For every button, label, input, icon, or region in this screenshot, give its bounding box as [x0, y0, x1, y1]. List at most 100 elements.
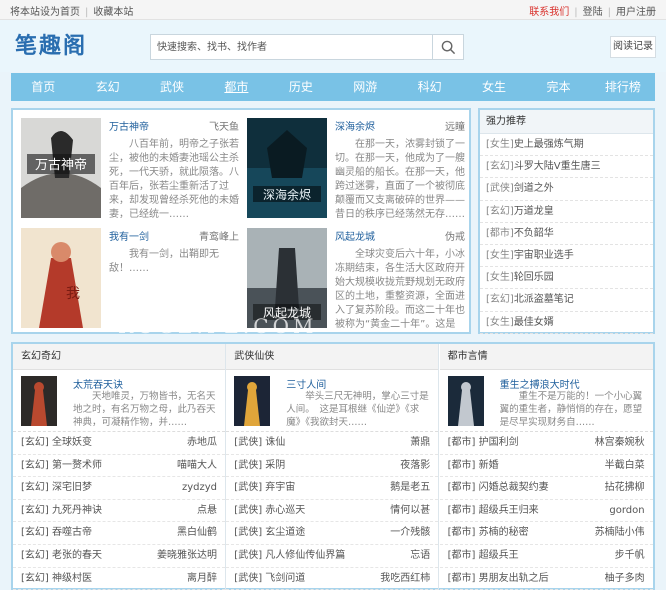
book-title[interactable]: 太荒吞天诀 [73, 376, 123, 391]
book-title[interactable]: [都市] 超级兵王 [448, 545, 519, 567]
book-title[interactable]: [玄幻] 老张的春天 [21, 545, 102, 567]
nav-item[interactable]: 完本 [526, 73, 590, 101]
book-author[interactable]: 我吃西红柿 [380, 568, 430, 590]
list-item[interactable]: [都市] 超级兵王归来 gordon [439, 500, 653, 523]
login-link[interactable]: 登陆 [583, 7, 603, 18]
book-author[interactable]: 忘语 [410, 545, 430, 567]
book-title[interactable]: [武侠] 凡人修仙传仙界篇 [234, 545, 345, 567]
book-title[interactable]: 万古神帝 [109, 118, 149, 133]
hot-item[interactable]: [女生]宇宙职业选手 [480, 245, 653, 268]
list-item[interactable]: [都市] 新婚 半截白菜 [439, 455, 653, 478]
hot-item-title[interactable]: 轮回乐园 [514, 272, 554, 283]
book-title[interactable]: [都市] 新婚 [448, 455, 499, 477]
book-author[interactable]: zydzyd [182, 477, 217, 499]
book-author[interactable]: 苏楠陆小伟 [595, 522, 645, 544]
list-item[interactable]: [武侠] 凡人修仙传仙界篇 忘语 [226, 545, 439, 568]
book-cover[interactable]: 深海余烬 [247, 118, 327, 218]
book-title[interactable]: [都市] 超级兵王归来 [448, 500, 539, 522]
book-title[interactable]: [武侠] 飞剑问道 [234, 568, 305, 590]
hot-item[interactable]: [女生]轮回乐园 [480, 267, 653, 290]
nav-item[interactable]: 排行榜 [591, 73, 655, 101]
book-cover[interactable] [447, 376, 484, 426]
list-item[interactable]: [都市] 男朋友出轨之后 柚子多肉 [439, 568, 653, 590]
nav-item[interactable]: 都市 [204, 73, 268, 101]
book-cover[interactable]: 我 [21, 228, 101, 328]
book-author[interactable]: 远瞳 [445, 118, 465, 133]
book-cover[interactable]: 万古神帝 [21, 118, 101, 218]
book-cover[interactable] [234, 376, 271, 426]
book-title[interactable]: [玄幻] 全球妖变 [21, 432, 92, 454]
hot-item-title[interactable]: 最佳女婿 [514, 317, 554, 328]
book-title[interactable]: [武侠] 玄尘道途 [234, 522, 305, 544]
book-title[interactable]: 重生之搏浪大时代 [500, 376, 580, 391]
book-author[interactable]: 萧鼎 [410, 432, 430, 454]
book-author[interactable]: 一介残骸 [390, 522, 430, 544]
list-item[interactable]: [都市] 闪婚总裁契约妻 拈花拂柳 [439, 477, 653, 500]
reading-history-button[interactable]: 阅读记录 [610, 36, 656, 58]
book-title[interactable]: [武侠] 采阴 [234, 455, 285, 477]
category-top-book[interactable]: 三寸人间 举头三尺无神明，掌心三寸是人间。 这是耳根继《仙逆》《求魔》《我欲封天…… [226, 370, 439, 432]
category-top-book[interactable]: 重生之搏浪大时代 重生不是万能的！一个小心翼翼的重生者，静悄悄的存在，愿望是尽早实… [439, 370, 653, 432]
hot-item-title[interactable]: 万道龙皇 [514, 206, 554, 217]
book-author[interactable]: 点悬 [197, 500, 217, 522]
hot-item[interactable]: [玄幻]万道龙皇 [480, 201, 653, 223]
book-title[interactable]: [玄幻] 九死丹神诀 [21, 500, 102, 522]
site-logo[interactable]: 笔趣阁 [15, 28, 87, 60]
book-author[interactable]: 拈花拂柳 [605, 477, 645, 499]
book-author[interactable]: 离月醉 [187, 568, 217, 590]
hot-item[interactable]: [都市]不负韶华 [480, 223, 653, 245]
list-item[interactable]: [玄幻] 老张的春天 姜晓雅张达明 [13, 545, 225, 568]
book-author[interactable]: 情何以甚 [390, 500, 430, 522]
book-author[interactable]: 青鸾峰上 [199, 228, 239, 243]
nav-item[interactable]: 科幻 [397, 73, 461, 101]
list-item[interactable]: [玄幻] 全球妖变 赤地瓜 [13, 432, 225, 455]
book-author[interactable]: 林宫秦婉秋 [595, 432, 645, 454]
book-title[interactable]: [武侠] 诛仙 [234, 432, 285, 454]
book-title[interactable]: [武侠] 赤心巡天 [234, 500, 305, 522]
hot-item-title[interactable]: 斗罗大陆V重生唐三 [514, 161, 601, 172]
nav-item[interactable]: 网游 [333, 73, 397, 101]
list-item[interactable]: [武侠] 弃宇宙 鹅是老五 [226, 477, 439, 500]
book-title[interactable]: 我有一剑 [109, 228, 149, 243]
book-title[interactable]: [玄幻] 神级村医 [21, 568, 92, 590]
hot-item[interactable]: [玄幻]北派盗墓笔记 [480, 289, 653, 312]
set-home-link[interactable]: 将本站设为首页 [10, 7, 80, 18]
book-title[interactable]: [玄幻] 深宅旧梦 [21, 477, 92, 499]
list-item[interactable]: [玄幻] 九死丹神诀 点悬 [13, 500, 225, 523]
book-title[interactable]: [都市] 男朋友出轨之后 [448, 568, 549, 590]
featured-book[interactable]: 深海余烬 深海余烬 远瞳 在那一天，浓雾封锁了一切。在那一天，他成为了一艘幽灵船… [243, 114, 469, 222]
category-top-book[interactable]: 太荒吞天诀 天地唯灵，万物皆书，无名天地之时，有名万物之母，此乃吞天神典，可凝精作… [13, 370, 225, 432]
nav-item[interactable]: 历史 [269, 73, 333, 101]
category-title[interactable]: 都市言情 [439, 344, 653, 370]
list-item[interactable]: [武侠] 飞剑问道 我吃西红柿 [226, 568, 439, 590]
hot-item[interactable]: [玄幻]斗罗大陆V重生唐三 [480, 156, 653, 179]
book-title[interactable]: [玄幻] 第一赘术师 [21, 455, 102, 477]
category-title[interactable]: 武侠仙侠 [226, 344, 439, 370]
hot-item[interactable]: [女生]最佳女婿 [480, 312, 653, 334]
book-title[interactable]: [都市] 闪婚总裁契约妻 [448, 477, 549, 499]
book-author[interactable]: 步千帆 [615, 545, 645, 567]
contact-link[interactable]: 联系我们 [529, 7, 569, 18]
list-item[interactable]: [武侠] 采阴 夜落影 [226, 455, 439, 478]
search-input[interactable] [151, 35, 433, 59]
hot-item-title[interactable]: 宇宙职业选手 [514, 250, 574, 261]
nav-item[interactable]: 玄幻 [75, 73, 139, 101]
book-title[interactable]: 深海余烬 [335, 118, 375, 133]
book-title[interactable]: [都市] 苏楠的秘密 [448, 522, 529, 544]
list-item[interactable]: [都市] 护国利剑 林宫秦婉秋 [439, 432, 653, 455]
book-author[interactable]: 伪戒 [445, 228, 465, 243]
list-item[interactable]: [都市] 超级兵王 步千帆 [439, 545, 653, 568]
search-button[interactable] [432, 35, 463, 59]
hot-item[interactable]: [女生]史上最强炼气期 [480, 134, 653, 157]
book-author[interactable]: 柚子多肉 [605, 568, 645, 590]
book-title[interactable]: [都市] 护国利剑 [448, 432, 519, 454]
book-cover[interactable] [21, 376, 57, 426]
list-item[interactable]: [玄幻] 第一赘术师 喵喵大人 [13, 455, 225, 478]
nav-item[interactable]: 首页 [11, 73, 75, 101]
bookmark-link[interactable]: 收藏本站 [93, 7, 133, 18]
category-title[interactable]: 玄幻奇幻 [13, 344, 225, 370]
hot-item[interactable]: [武侠]剑道之外 [480, 178, 653, 201]
book-author[interactable]: 赤地瓜 [187, 432, 217, 454]
book-cover[interactable]: 风起龙城 [247, 228, 327, 328]
nav-item[interactable]: 武侠 [140, 73, 204, 101]
